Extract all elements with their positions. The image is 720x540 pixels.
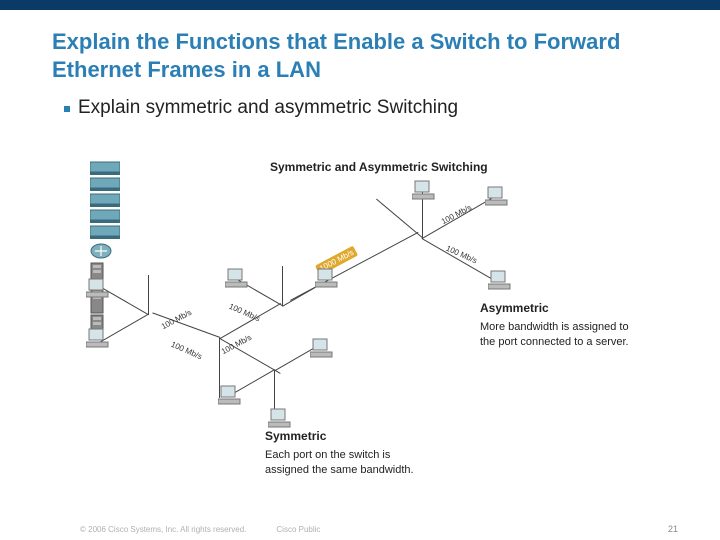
link [376, 199, 423, 238]
pc-icon [488, 270, 512, 290]
pc-icon [315, 268, 339, 288]
asymmetric-body: More bandwidth is assigned to the port c… [480, 320, 630, 351]
link-speed-label: 100 Mb/s [160, 308, 193, 331]
link [148, 275, 149, 315]
link [274, 370, 275, 410]
pc-icon [218, 385, 242, 405]
symmetric-description: Symmetric Each port on the switch is ass… [265, 428, 425, 479]
slide-title: Explain the Functions that Enable a Swit… [0, 10, 720, 91]
footer: © 2006 Cisco Systems, Inc. All rights re… [80, 525, 320, 534]
footer-copyright: © 2006 Cisco Systems, Inc. All rights re… [80, 525, 246, 534]
asymmetric-description: Asymmetric More bandwidth is assigned to… [480, 300, 630, 351]
pc-icon [485, 186, 509, 206]
footer-label: Cisco Public [276, 525, 320, 534]
link-speed-label: 100 Mb/s [228, 302, 262, 324]
link [282, 266, 283, 306]
pc-icon [225, 268, 249, 288]
bullet-text: Explain symmetric and asymmetric Switchi… [78, 97, 458, 119]
bullet-item: Explain symmetric and asymmetric Switchi… [0, 91, 720, 119]
symmetric-body: Each port on the switch is assigned the … [265, 448, 425, 479]
link [422, 238, 496, 281]
bullet-marker [64, 106, 70, 112]
pc-icon [310, 338, 334, 358]
link-speed-label: 100 Mb/s [440, 203, 473, 226]
pc-icon [268, 408, 292, 428]
pc-icon [86, 328, 110, 348]
asymmetric-heading: Asymmetric [480, 300, 630, 317]
link-backbone [290, 232, 418, 301]
switch-icon [90, 160, 120, 176]
pc-icon [86, 278, 110, 298]
link-speed-label: 100 Mb/s [170, 340, 204, 362]
switch-icon [90, 176, 120, 192]
symmetric-heading: Symmetric [265, 428, 425, 445]
top-accent-bar [0, 0, 720, 10]
switch-icon [90, 208, 120, 224]
network-diagram: Symmetric and Asymmetric Switching 100 M… [90, 160, 650, 490]
switch-icon [90, 224, 120, 240]
page-number: 21 [668, 524, 678, 534]
diagram-title: Symmetric and Asymmetric Switching [270, 160, 488, 174]
pc-icon [412, 180, 436, 200]
router-icon [90, 240, 112, 262]
switch-icon [90, 192, 120, 208]
